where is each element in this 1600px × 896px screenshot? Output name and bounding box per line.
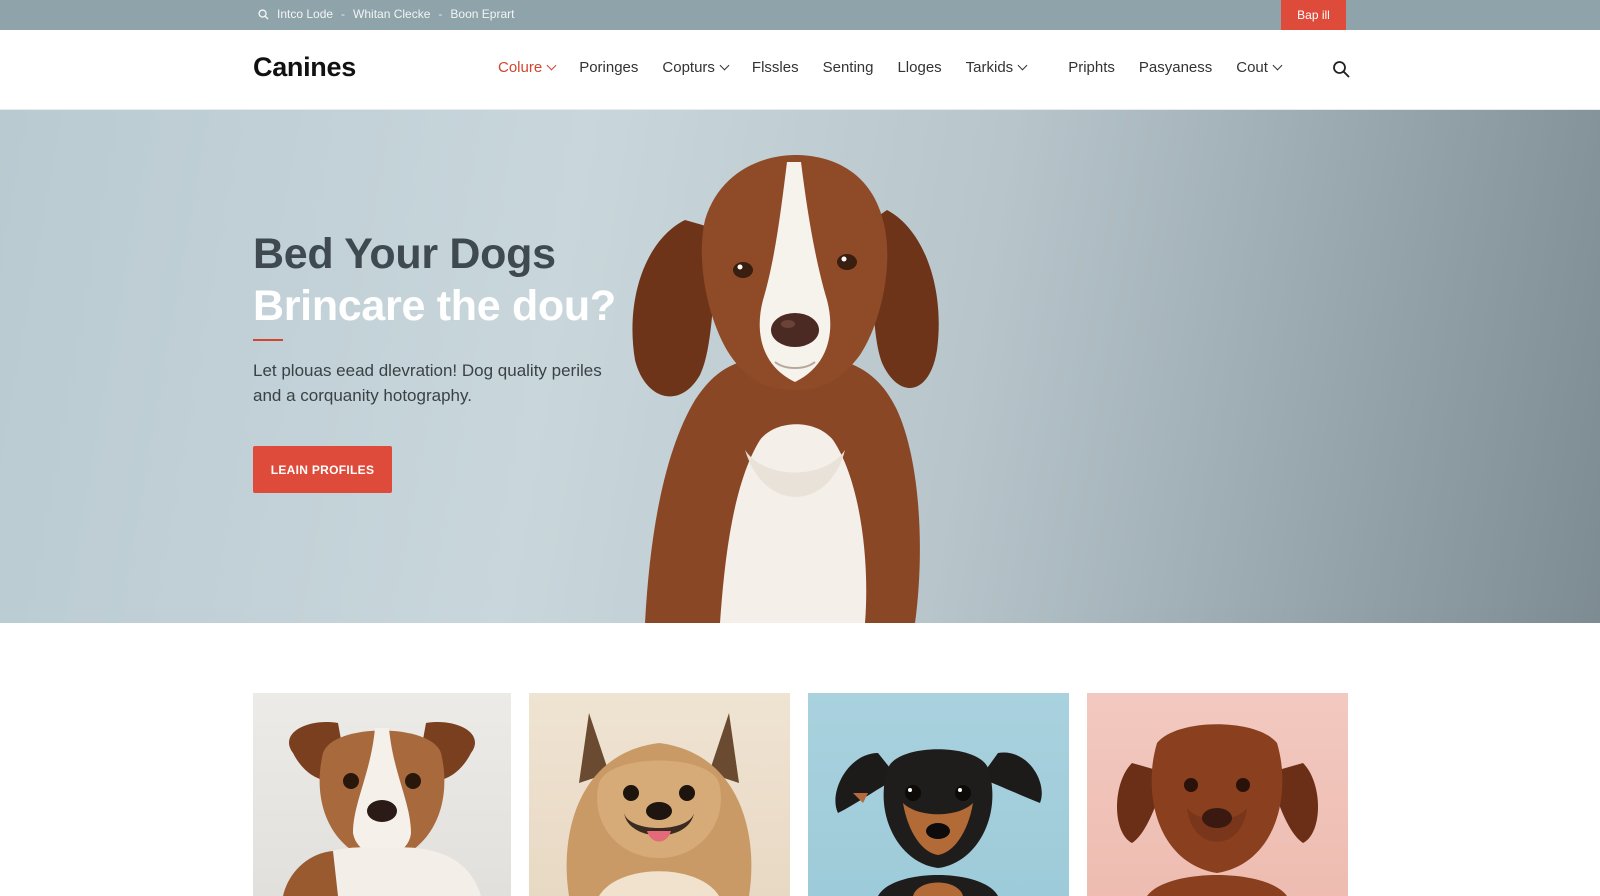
dog-card[interactable] [253, 693, 511, 896]
dog-card-grid [253, 693, 1348, 896]
topbar-cta-button[interactable]: Bap ill [1281, 0, 1346, 30]
dog-photo-spitz-icon [566, 713, 752, 896]
utility-link[interactable]: Whitan Clecke [353, 7, 430, 21]
nav-item-poringes[interactable]: Poringes [579, 59, 638, 76]
separator: - [438, 7, 443, 21]
chevron-down-icon [546, 60, 557, 71]
utility-link[interactable]: Boon Eprart [450, 7, 514, 21]
learn-profiles-button[interactable]: LEAIN PROFILES [253, 446, 392, 493]
nav-label: Tarkids [965, 59, 1014, 76]
nav-item-lloges[interactable]: Lloges [897, 59, 941, 76]
nav-label: Priphts [1068, 59, 1115, 76]
nav-label: Pasyaness [1138, 59, 1213, 76]
nav-item-copturs[interactable]: Copturs [662, 59, 730, 76]
nav-label: Senting [822, 59, 874, 76]
chevron-down-icon [1272, 60, 1283, 71]
dog-card[interactable] [1087, 693, 1348, 896]
chevron-down-icon [1017, 60, 1028, 71]
main-nav: Colure Poringes Copturs Flssles Senting … [498, 59, 1305, 76]
nav-item-priphts[interactable]: Priphts [1068, 59, 1115, 76]
dog-photo-labrador-icon [1117, 724, 1318, 896]
search-icon[interactable] [1332, 60, 1350, 78]
hero-subtitle: Let plouas eead dlevration! Dog quality … [253, 361, 602, 405]
nav-item-flssles[interactable]: Flssles [752, 59, 799, 76]
dog-photo-pinscher-icon [835, 749, 1042, 896]
nav-label: Lloges [897, 59, 942, 76]
site-header: Canines Colure Poringes Copturs Flssles … [0, 30, 1600, 110]
nav-label: Copturs [662, 59, 715, 76]
site-logo[interactable]: Canines [253, 52, 356, 83]
hero-title: Bed Your Dogs Brincare the dou? [253, 228, 616, 332]
nav-item-colure[interactable]: Colure [498, 59, 557, 76]
search-icon [258, 8, 269, 20]
nav-item-cout[interactable]: Cout [1236, 59, 1283, 76]
nav-item-pasyaness[interactable]: Pasyaness [1139, 59, 1212, 76]
utility-links: Intco Lode - Whitan Clecke - Boon Eprart [258, 7, 514, 21]
nav-label: Colure [498, 59, 543, 76]
hero-title-line1: Bed Your Dogs [253, 230, 556, 278]
chevron-down-icon [719, 60, 730, 71]
nav-item-senting[interactable]: Senting [823, 59, 874, 76]
nav-label: Poringes [579, 59, 639, 76]
dog-photo-terrier-icon [283, 722, 481, 896]
nav-label: Cout [1236, 59, 1268, 76]
separator: - [341, 7, 346, 21]
hero-dog-image [632, 155, 939, 623]
nav-item-tarkids[interactable]: Tarkids [965, 59, 1028, 76]
dog-card[interactable] [808, 693, 1069, 896]
hero-title-line2: Brincare the dou? [253, 282, 616, 330]
hero-accent-rule [253, 339, 283, 341]
hero-banner: Bed Your Dogs Brincare the dou? Let plou… [0, 110, 1600, 623]
nav-label: Flssles [751, 59, 799, 76]
dog-card[interactable] [529, 693, 790, 896]
utility-link[interactable]: Intco Lode [277, 7, 333, 21]
top-utility-bar: Intco Lode - Whitan Clecke - Boon Eprart… [0, 0, 1600, 30]
